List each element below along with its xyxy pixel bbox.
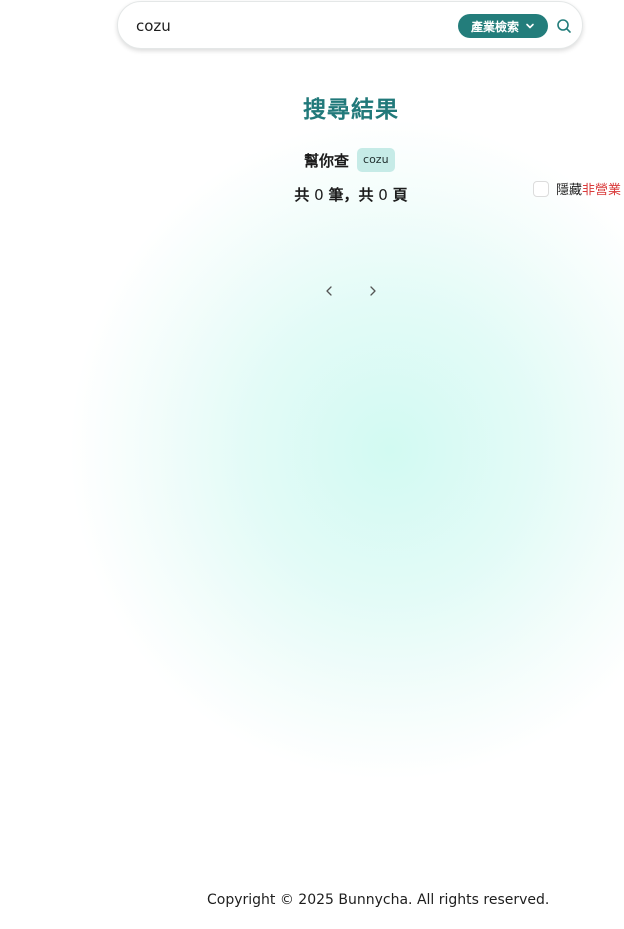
search-input[interactable] — [136, 14, 436, 38]
total-count: 0 — [314, 186, 324, 204]
count-unit: 筆，共 — [328, 186, 374, 204]
chevron-down-icon — [526, 23, 534, 29]
hide-highlight: 非營業 — [582, 183, 622, 198]
category-select[interactable]: 產業檢索 — [458, 14, 548, 38]
hide-closed-label: 隱藏非營業 — [556, 179, 621, 198]
page: 產業檢索 搜尋結果 幫你查 cozu 共 0 筆，共 0 頁 隱藏非營業 Cop… — [0, 0, 624, 929]
chevron-right-icon[interactable] — [366, 283, 380, 299]
page-count: 0 — [378, 186, 388, 204]
hide-prefix: 隱藏 — [556, 183, 583, 198]
category-select-label: 產業檢索 — [470, 19, 519, 34]
result-count: 共 0 筆，共 0 頁 — [0, 184, 624, 205]
query-label: 幫你查 — [304, 151, 350, 170]
query-chip: cozu — [357, 148, 395, 172]
page-title: 搜尋結果 — [303, 97, 399, 123]
hide-closed-toggle[interactable]: 隱藏非營業 — [533, 179, 621, 198]
page-unit: 頁 — [392, 186, 408, 204]
hide-closed-checkbox[interactable] — [533, 180, 549, 197]
footer-copyright: Copyright © 2025 Bunnycha. All rights re… — [207, 892, 550, 908]
search-bar: 產業檢索 — [117, 1, 583, 49]
query-row: 幫你查 cozu — [304, 148, 395, 172]
search-icon[interactable] — [556, 18, 572, 34]
count-prefix: 共 — [294, 186, 310, 204]
chevron-left-icon[interactable] — [322, 283, 336, 299]
